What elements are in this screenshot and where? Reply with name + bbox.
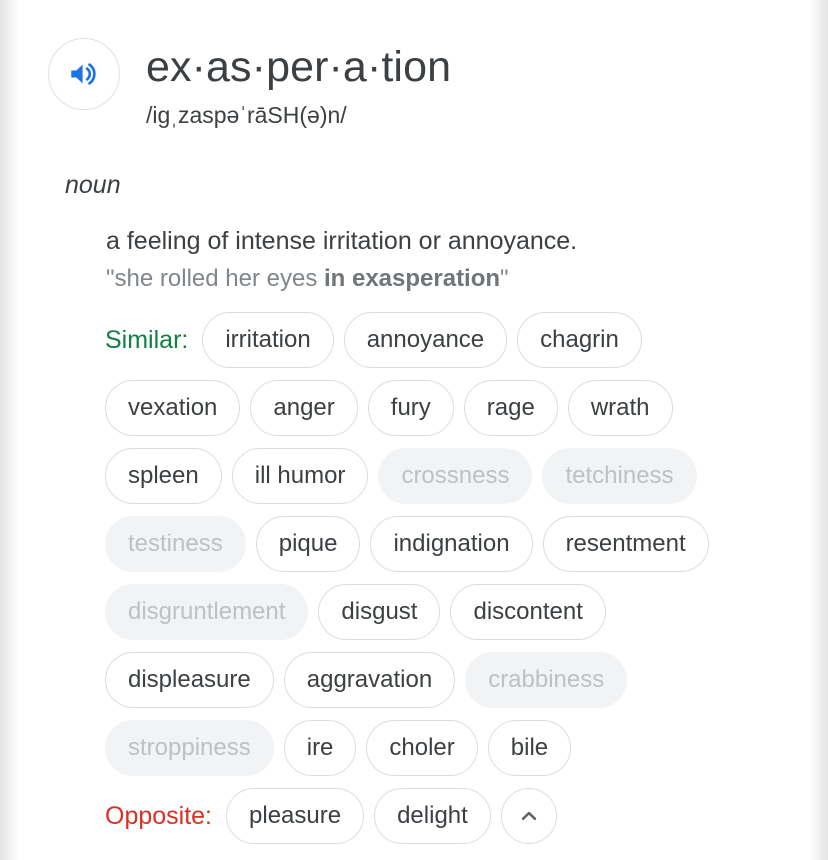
example-quote-close: " bbox=[500, 265, 509, 292]
synonym-chip[interactable]: pleasure bbox=[226, 788, 365, 844]
synonym-chip[interactable]: spleen bbox=[105, 448, 222, 504]
synonym-chip[interactable]: tetchiness bbox=[542, 448, 697, 504]
thesaurus-row: spleen ill humor crossness tetchiness bbox=[105, 448, 805, 504]
headword-row: ex·as·per·a·tion /igˌzaspəˈrāSH(ə)n/ bbox=[48, 38, 451, 132]
synonym-chip[interactable]: stroppiness bbox=[105, 720, 274, 776]
synonym-chip[interactable]: chagrin bbox=[517, 312, 642, 368]
speaker-icon bbox=[67, 57, 101, 91]
page-title: ex·as·per·a·tion bbox=[146, 43, 452, 91]
definition-text: a feeling of intense irritation or annoy… bbox=[106, 227, 578, 255]
example-highlight: in exasperation bbox=[323, 265, 501, 292]
thesaurus-row: vexation anger fury rage wrath bbox=[105, 380, 805, 436]
synonym-chip[interactable]: displeasure bbox=[105, 652, 274, 708]
thesaurus-row: testiness pique indignation resentment bbox=[105, 516, 805, 572]
thesaurus-row: disgruntlement disgust discontent bbox=[105, 584, 805, 640]
example-text: she rolled her eyes bbox=[114, 265, 324, 292]
synonym-chip[interactable]: disgust bbox=[318, 584, 441, 640]
thesaurus-row: Opposite: pleasure delight bbox=[105, 788, 805, 844]
example-sentence: "she rolled her eyes in exasperation" bbox=[106, 262, 796, 296]
synonym-chip[interactable]: crossness bbox=[378, 448, 533, 504]
synonym-chip[interactable]: delight bbox=[374, 788, 491, 844]
synonym-chip[interactable]: bile bbox=[487, 720, 572, 776]
synonym-chip[interactable]: discontent bbox=[450, 584, 606, 640]
synonym-chip[interactable]: indignation bbox=[370, 516, 533, 572]
phonetic-transcription: /igˌzaspəˈrāSH(ə)n/ bbox=[146, 102, 347, 128]
synonym-chip[interactable]: rage bbox=[463, 380, 558, 436]
headword-block: ex·as·per·a·tion /igˌzaspəˈrāSH(ə)n/ bbox=[146, 38, 451, 132]
synonym-chip[interactable]: choler bbox=[366, 720, 478, 776]
result-card: ex·as·per·a·tion /igˌzaspəˈrāSH(ə)n/ nou… bbox=[19, 0, 809, 860]
synonym-chip[interactable]: ire bbox=[283, 720, 357, 776]
thesaurus-row: stroppiness ire choler bile bbox=[105, 720, 805, 776]
chevron-up-icon bbox=[516, 803, 542, 829]
synonym-chip[interactable]: testiness bbox=[105, 516, 246, 572]
thesaurus-section: Similar: irritation annoyance chagrin vexati… bbox=[105, 312, 805, 856]
synonym-chip[interactable]: wrath bbox=[567, 380, 673, 436]
synonym-chip[interactable]: ill humor bbox=[231, 448, 369, 504]
opposite-label: Opposite: bbox=[105, 802, 213, 830]
similar-label: Similar: bbox=[105, 326, 189, 354]
synonym-chip[interactable]: resentment bbox=[542, 516, 709, 572]
synonym-chip[interactable]: crabbiness bbox=[465, 652, 628, 708]
example-quote-open: " bbox=[106, 265, 115, 292]
sense-block: a feeling of intense irritation or annoy… bbox=[106, 224, 796, 296]
synonym-chip[interactable]: fury bbox=[367, 380, 454, 436]
thesaurus-row: Similar: irritation annoyance chagrin bbox=[105, 312, 805, 368]
dictionary-panel: ex·as·per·a·tion /igˌzaspəˈrāSH(ə)n/ nou… bbox=[0, 0, 828, 860]
synonym-chip[interactable]: aggravation bbox=[283, 652, 456, 708]
synonym-chip[interactable]: pique bbox=[255, 516, 361, 572]
synonym-chip[interactable]: vexation bbox=[105, 380, 241, 436]
thesaurus-row: displeasure aggravation crabbiness bbox=[105, 652, 805, 708]
pronounce-audio-button[interactable] bbox=[48, 38, 120, 110]
synonym-chip[interactable]: anger bbox=[250, 380, 358, 436]
collapse-thesaurus-button[interactable] bbox=[500, 788, 557, 844]
synonym-chip[interactable]: irritation bbox=[202, 312, 334, 368]
synonym-chip[interactable]: disgruntlement bbox=[105, 584, 309, 640]
synonym-chip[interactable]: annoyance bbox=[343, 312, 508, 368]
part-of-speech-label: noun bbox=[65, 171, 121, 199]
